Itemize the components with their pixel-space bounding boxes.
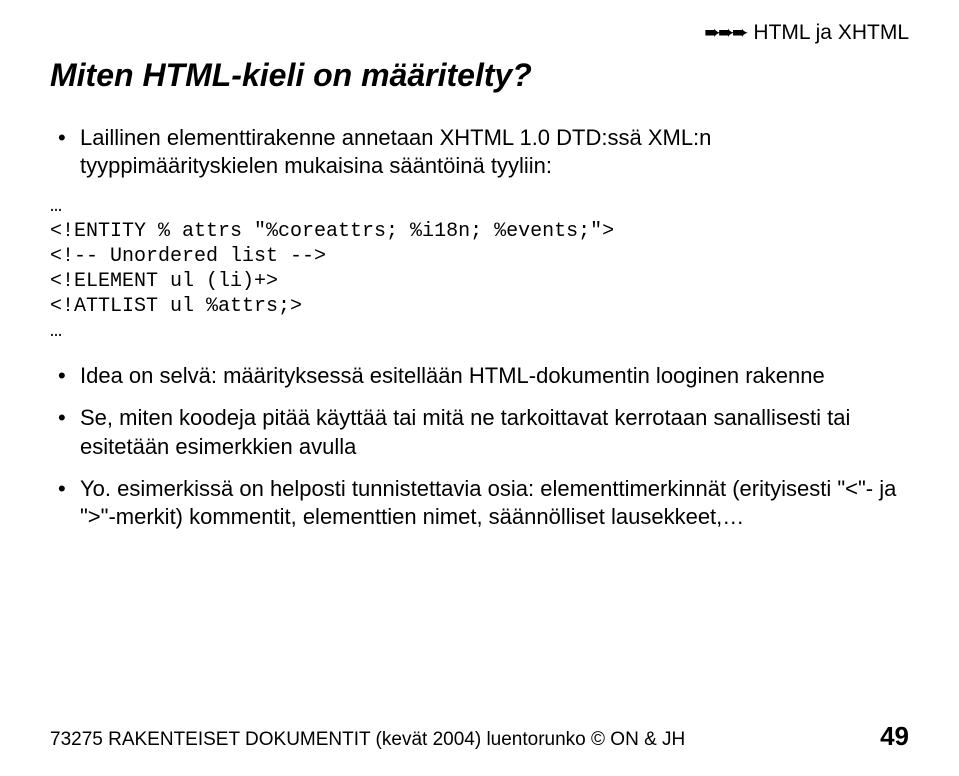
breadcrumb: ➨➨➨ HTML ja XHTML [50,20,909,45]
list-item: Laillinen elementtirakenne annetaan XHTM… [58,124,909,180]
list-item: Se, miten koodeja pitää käyttää tai mitä… [58,404,909,460]
bullet-list-top: Laillinen elementtirakenne annetaan XHTM… [50,124,909,180]
footer: 73275 RAKENTEISET DOKUMENTIT (kevät 2004… [50,721,909,752]
list-item: Yo. esimerkissä on helposti tunnistettav… [58,475,909,531]
breadcrumb-text: HTML ja XHTML [753,21,909,44]
bullet-list-bottom: Idea on selvä: määrityksessä esitellään … [50,362,909,531]
list-item: Idea on selvä: määrityksessä esitellään … [58,362,909,390]
page-number: 49 [880,721,909,752]
footer-text: 73275 RAKENTEISET DOKUMENTIT (kevät 2004… [50,729,685,751]
code-block: … <!ENTITY % attrs "%coreattrs; %i18n; %… [50,194,909,344]
page-title: Miten HTML-kieli on määritelty? [50,57,909,94]
breadcrumb-arrows-icon: ➨➨➨ [704,22,745,44]
